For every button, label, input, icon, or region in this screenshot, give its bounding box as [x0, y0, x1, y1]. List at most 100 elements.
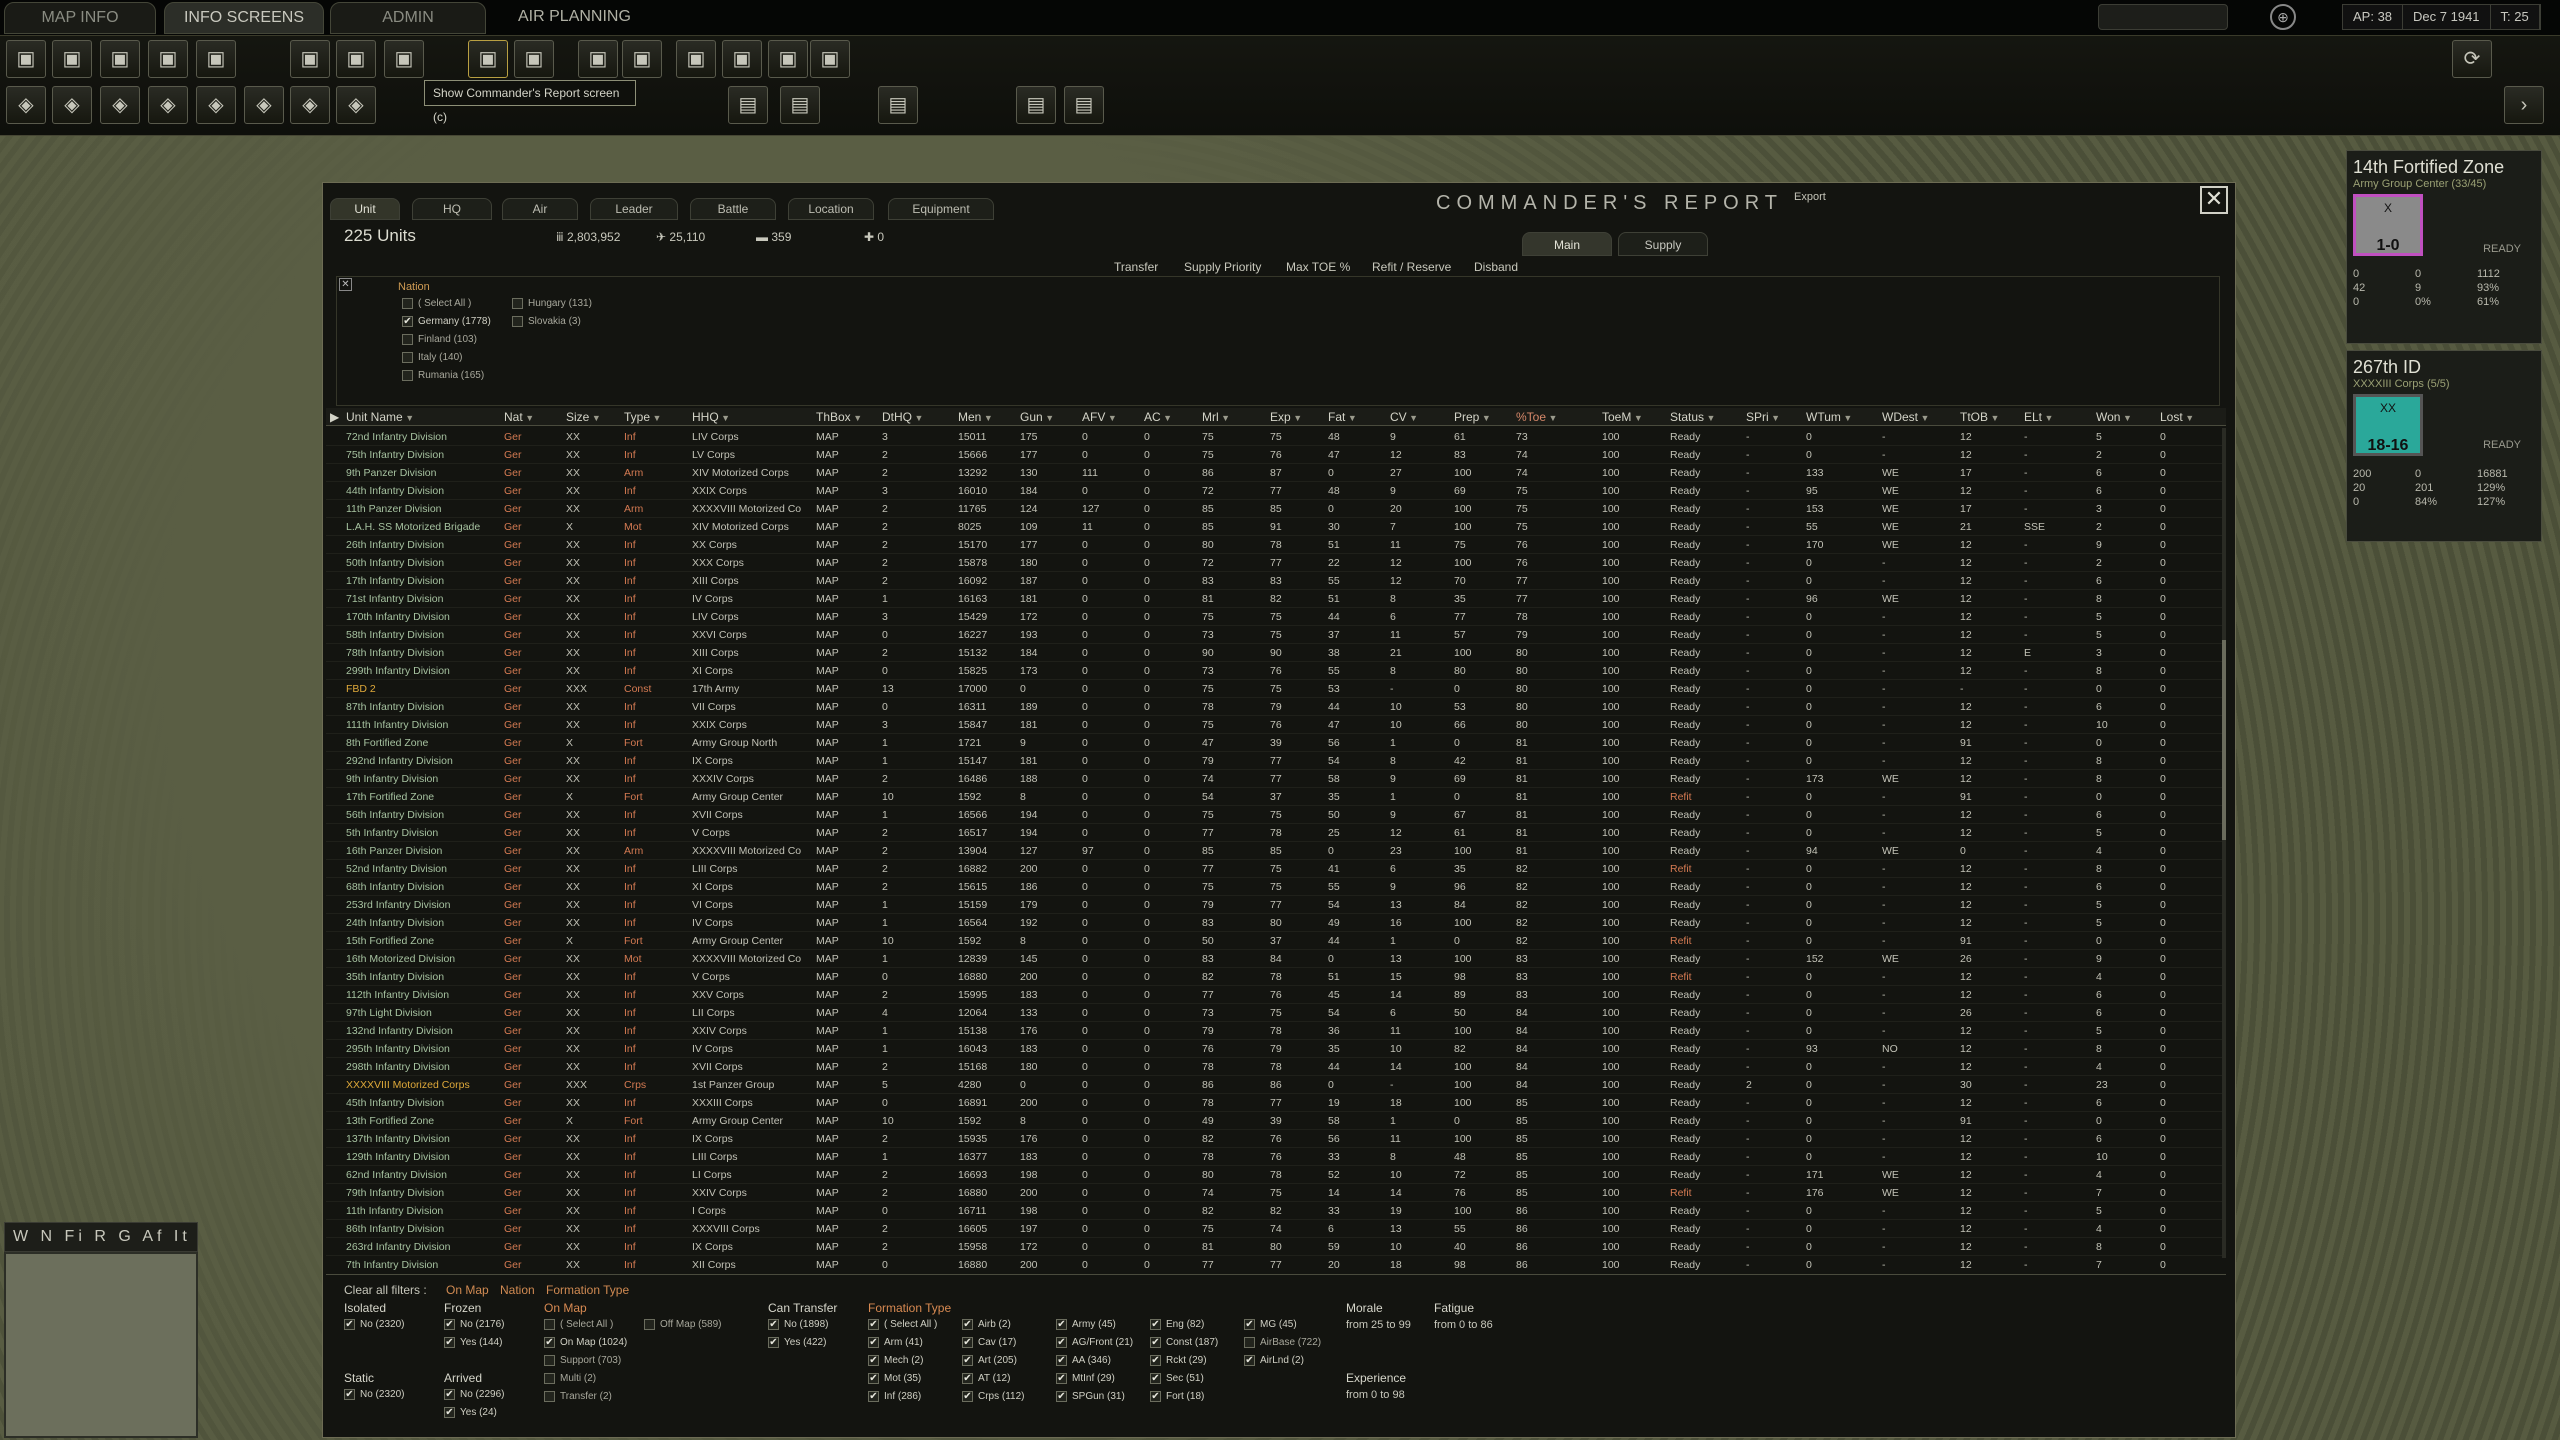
nation-filter-item[interactable]: ( Select All ) [402, 298, 471, 309]
fatigue-range[interactable]: from 0 to 86 [1434, 1319, 1493, 1331]
tab-unit[interactable]: Unit [330, 198, 400, 220]
table-row[interactable]: 72nd Infantry Division Ger XX Inf LIV Corps M… [326, 428, 2226, 446]
disband-button[interactable]: Disband [1474, 260, 1518, 274]
minimap-filter-bar[interactable]: W N Fi R G Af It B [4, 1222, 198, 1273]
checkbox[interactable]: ✔ [768, 1319, 779, 1330]
table-row[interactable]: FBD 2 Ger XXX Const 17th Army MAP 13 17000 0 0 0 75… [326, 680, 2226, 698]
checkbox[interactable]: ✔ [1150, 1391, 1161, 1402]
filter-checkbox[interactable]: ✔ On Map (1024) [544, 1337, 627, 1348]
filter-icon[interactable]: ▼ [1043, 413, 1054, 423]
checkbox[interactable]: ✔ [544, 1337, 555, 1348]
formation-checkbox[interactable]: ✔ Crps (112) [962, 1391, 1025, 1402]
table-row[interactable]: 112th Infantry Division Ger XX Inf XXV Corps… [326, 986, 2226, 1004]
formation-checkbox[interactable]: ✔ Airb (2) [962, 1319, 1011, 1330]
formation-checkbox[interactable]: ✔ AirLnd (2) [1244, 1355, 1304, 1366]
filter-checkbox[interactable]: Multi (2) [544, 1373, 596, 1384]
filter-icon[interactable]: ▼ [589, 413, 601, 423]
column-header-fat[interactable]: Fat ▼ [1328, 410, 1357, 424]
filter-icon[interactable]: ▼ [403, 413, 414, 423]
checkbox[interactable] [402, 352, 413, 363]
column-header-toem[interactable]: ToeM ▼ [1602, 410, 1643, 424]
table-row[interactable]: 17th Fortified Zone Ger X Fort Army Group Ce… [326, 788, 2226, 806]
column-header-afv[interactable]: AFV ▼ [1082, 410, 1117, 424]
checkbox[interactable]: ✔ [402, 316, 413, 327]
table-row[interactable]: 16th Motorized Division Ger XX Mot XXXXVIII … [326, 950, 2226, 968]
history-icon[interactable]: ⟳ [2452, 40, 2492, 78]
supply-priority-button[interactable]: Supply Priority [1184, 260, 1261, 274]
toolbar-button-icon[interactable]: ▤ [878, 86, 918, 124]
tab-admin[interactable]: ADMIN [330, 2, 486, 34]
tab-info-screens[interactable]: INFO SCREENS [164, 2, 324, 34]
filter-icon[interactable]: ▼ [1769, 413, 1780, 423]
checkbox[interactable] [544, 1373, 555, 1384]
checkbox[interactable]: ✔ [1150, 1373, 1161, 1384]
tab-air[interactable]: Air [502, 198, 578, 220]
checkbox[interactable]: ✔ [1244, 1319, 1255, 1330]
next-arrow-icon[interactable]: › [2504, 86, 2544, 124]
table-row[interactable]: 170th Infantry Division Ger XX Inf LIV Corps… [326, 608, 2226, 626]
column-header-spri[interactable]: SPri ▼ [1746, 410, 1780, 424]
toolbar-button-icon[interactable]: ▣ [336, 40, 376, 78]
checkbox[interactable]: ✔ [868, 1355, 879, 1366]
tab-leader[interactable]: Leader [590, 198, 678, 220]
filter-icon[interactable]: ▼ [650, 413, 662, 423]
formation-checkbox[interactable]: ✔ Fort (18) [1150, 1391, 1204, 1402]
tab-battle[interactable]: Battle [690, 198, 776, 220]
column-header-wtum[interactable]: WTum ▼ [1806, 410, 1852, 424]
toolbar-button-icon[interactable]: ◈ [52, 86, 92, 124]
formation-checkbox[interactable]: ✔ Cav (17) [962, 1337, 1016, 1348]
filter-checkbox[interactable]: Support (703) [544, 1355, 621, 1366]
formation-checkbox[interactable]: ✔ MtInf (29) [1056, 1373, 1115, 1384]
column-header-won[interactable]: Won ▼ [2096, 410, 2132, 424]
export-button[interactable]: Export [1794, 191, 1826, 203]
table-row[interactable]: 35th Infantry Division Ger XX Inf V Corps MAP… [326, 968, 2226, 986]
table-row[interactable]: 50th Infantry Division Ger XX Inf XXX Corps M… [326, 554, 2226, 572]
formation-checkbox[interactable]: ✔ SPGun (31) [1056, 1391, 1125, 1402]
filter-icon[interactable]: ▼ [2183, 413, 2194, 423]
air-planning-button[interactable]: AIR PLANNING [518, 8, 631, 26]
active-filter-chip[interactable]: Nation [500, 1283, 535, 1297]
filter-icon[interactable]: ▼ [2120, 413, 2132, 423]
column-header-size[interactable]: Size ▼ [566, 410, 601, 424]
table-row[interactable]: 263rd Infantry Division Ger XX Inf IX Corps M… [326, 1238, 2226, 1256]
toolbar-button-icon[interactable]: ▣ [290, 40, 330, 78]
table-row[interactable]: 13th Fortified Zone Ger X Fort Army Group Ce… [326, 1112, 2226, 1130]
toolbar-button-icon[interactable]: ▤ [1016, 86, 1056, 124]
formation-checkbox[interactable]: ✔ Sec (51) [1150, 1373, 1204, 1384]
toolbar-button-icon[interactable]: ◈ [196, 86, 236, 124]
column-header-thbox[interactable]: ThBox ▼ [816, 410, 862, 424]
filter-icon[interactable]: ▼ [1219, 413, 1230, 423]
nation-filter-item[interactable]: Rumania (165) [402, 370, 484, 381]
table-row[interactable]: 253rd Infantry Division Ger XX Inf VI Corps M… [326, 896, 2226, 914]
formation-checkbox[interactable]: ✔ Const (187) [1150, 1337, 1218, 1348]
experience-range[interactable]: from 0 to 98 [1346, 1389, 1405, 1401]
table-row[interactable]: 8th Fortified Zone Ger X Fort Army Group Nor… [326, 734, 2226, 752]
filter-icon[interactable]: ▼ [523, 413, 534, 423]
checkbox[interactable] [402, 298, 413, 309]
checkbox[interactable]: ✔ [444, 1407, 455, 1418]
toolbar-button-icon[interactable]: ▣ [676, 40, 716, 78]
toolbar-button-icon[interactable]: ▣ [622, 40, 662, 78]
nation-filter-item[interactable]: ✔ Germany (1778) [402, 316, 491, 327]
toolbar-button-icon[interactable]: ▣ [52, 40, 92, 78]
nation-filter-item[interactable]: Hungary (131) [512, 298, 592, 309]
filter-icon[interactable]: ▼ [1631, 413, 1643, 423]
table-row[interactable]: 58th Infantry Division Ger XX Inf XXVI Corps… [326, 626, 2226, 644]
checkbox[interactable] [544, 1355, 555, 1366]
formation-checkbox[interactable]: ✔ Arm (41) [868, 1337, 923, 1348]
toolbar-button-icon[interactable]: ◈ [336, 86, 376, 124]
filter-icon[interactable]: ▼ [1479, 413, 1491, 423]
column-header-elt[interactable]: ELt ▼ [2024, 410, 2053, 424]
formation-checkbox[interactable]: ✔( Select All ) [868, 1319, 937, 1330]
column-header-ttob[interactable]: TtOB ▼ [1960, 410, 1999, 424]
filter-icon[interactable]: ▼ [981, 413, 993, 423]
checkbox[interactable] [512, 316, 523, 327]
filter-checkbox[interactable]: ✔ Yes (422) [768, 1337, 826, 1348]
table-row[interactable]: 26th Infantry Division Ger XX Inf XX Corps MA… [326, 536, 2226, 554]
table-row[interactable]: 11th Panzer Division Ger XX Arm XXXXVIII Mot… [326, 500, 2226, 518]
checkbox[interactable] [544, 1391, 555, 1402]
tab-equipment[interactable]: Equipment [888, 198, 994, 220]
max-toe--button[interactable]: Max TOE % [1286, 260, 1350, 274]
table-row[interactable]: 137th Infantry Division Ger XX Inf IX Corps M… [326, 1130, 2226, 1148]
nation-filter-item[interactable]: Italy (140) [402, 352, 462, 363]
